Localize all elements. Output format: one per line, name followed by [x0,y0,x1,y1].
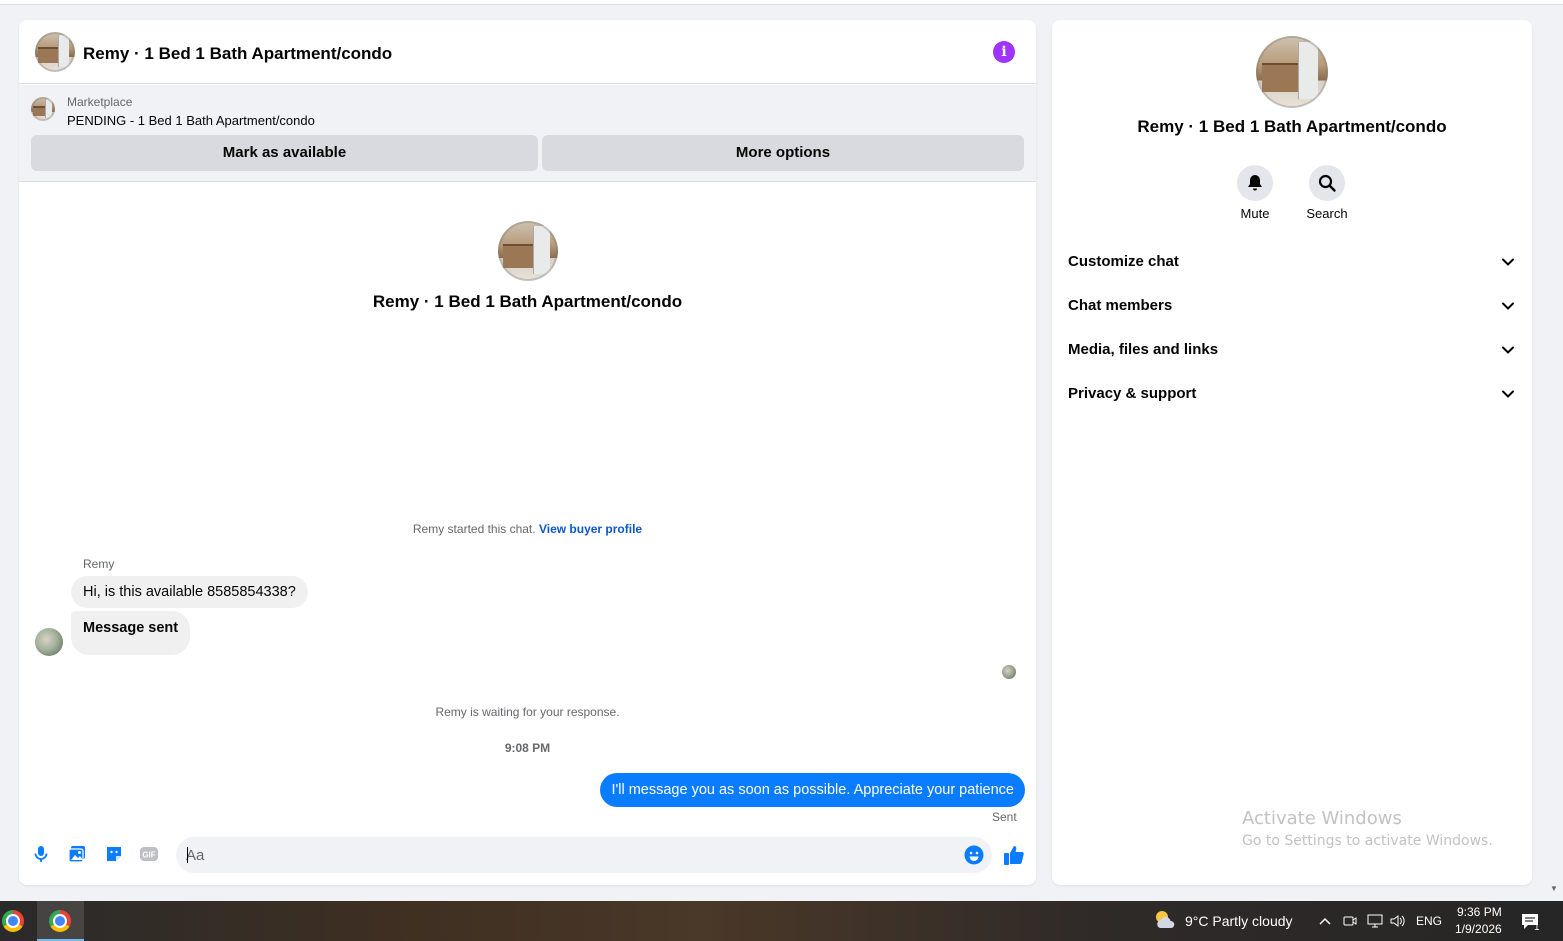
chat-title[interactable]: Remy · 1 Bed 1 Bath Apartment/condo [83,44,392,64]
read-receipt-avatar [1002,665,1016,679]
search-button[interactable] [1309,165,1345,201]
more-options-button[interactable]: More options [542,135,1024,171]
language-indicator[interactable]: ENG [1416,914,1442,928]
media-files-links-section[interactable]: Media, files and links [1068,338,1516,362]
chrome-icon [49,910,71,932]
meet-now-icon[interactable] [1342,913,1358,929]
marketplace-bar: Marketplace PENDING - 1 Bed 1 Bath Apart… [19,85,1036,182]
gif-icon[interactable]: GIF [139,844,159,864]
info-icon[interactable]: i [993,41,1015,63]
microphone-icon[interactable] [31,844,51,864]
chevron-down-icon [1502,258,1514,266]
sent-status: Sent [992,810,1017,824]
chevron-down-icon [1502,302,1514,310]
chevron-up-icon[interactable] [1318,914,1332,928]
message-input-box[interactable] [176,837,992,873]
chat-panel: Remy · 1 Bed 1 Bath Apartment/condo i Ma… [19,20,1036,885]
activate-windows-watermark: Activate Windows Go to Settings to activ… [1242,808,1493,849]
bell-icon [1248,175,1262,191]
watermark-line-1: Activate Windows [1242,808,1402,829]
details-avatar[interactable] [1256,36,1328,108]
watermark-line-2: Go to Settings to activate Windows. [1242,833,1493,849]
mute-label: Mute [1240,206,1270,221]
thumbs-up-icon[interactable] [1003,844,1025,866]
marketplace-label: Marketplace [67,95,133,109]
section-label: Customize chat [1068,253,1179,270]
chat-avatar[interactable] [35,32,75,72]
sender-avatar[interactable] [35,628,63,656]
outgoing-message[interactable]: I'll message you as soon as possible. Ap… [600,773,1025,807]
message-composer: GIF [19,832,1036,878]
search-icon [1318,174,1336,192]
top-edge [0,0,1563,5]
mute-button[interactable] [1237,165,1273,201]
taskbar: 9°C Partly cloudy ENG 9:36 PM 1/9/2026 1 [0,901,1563,941]
volume-icon[interactable] [1389,913,1407,929]
chat-started-text: Remy started this chat. [412,522,536,536]
view-buyer-profile-link[interactable]: View buyer profile [539,522,642,536]
conversation-avatar[interactable] [498,221,558,281]
active-taskbar-app[interactable] [37,901,84,941]
incoming-message[interactable]: Message sent [71,611,191,655]
section-label: Media, files and links [1068,341,1219,358]
section-label: Privacy & support [1068,385,1197,402]
listing-thumbnail[interactable] [31,97,55,121]
partly-cloudy-icon[interactable] [1153,909,1177,931]
chevron-down-icon [1502,346,1514,354]
chevron-down-icon [1502,390,1514,398]
text-caret [187,847,188,863]
customize-chat-section[interactable]: Customize chat [1068,250,1516,274]
clock-date[interactable]: 1/9/2026 [1455,922,1502,936]
section-label: Chat members [1068,297,1173,314]
photo-icon[interactable] [67,844,87,864]
chrome-icon[interactable] [2,910,24,932]
network-icon[interactable] [1366,913,1384,929]
message-input[interactable] [186,837,946,873]
search-label: Search [1306,206,1348,221]
chat-members-section[interactable]: Chat members [1068,294,1516,318]
privacy-support-section[interactable]: Privacy & support [1068,382,1516,406]
sticker-icon[interactable] [104,844,124,864]
notification-count: 1 [1534,922,1540,933]
chat-header: Remy · 1 Bed 1 Bath Apartment/condo i [19,20,1036,84]
details-title: Remy · 1 Bed 1 Bath Apartment/condo [1137,117,1447,136]
svg-text:GIF: GIF [142,851,155,860]
chat-started-notice: Remy started this chat. View buyer profi… [19,522,1036,536]
incoming-message[interactable]: Hi, is this available 8585854338? [71,576,308,608]
clock-time[interactable]: 9:36 PM [1457,905,1502,919]
mark-as-available-button[interactable]: Mark as available [31,135,538,171]
conversation-title: Remy · 1 Bed 1 Bath Apartment/condo [372,292,683,311]
waiting-notice: Remy is waiting for your response. [435,705,620,719]
weather-text[interactable]: 9°C Partly cloudy [1185,913,1293,929]
emoji-icon[interactable] [964,845,984,865]
listing-status[interactable]: PENDING - 1 Bed 1 Bath Apartment/condo [67,113,315,128]
chat-details-panel: Remy · 1 Bed 1 Bath Apartment/condo Mute… [1052,20,1532,885]
scrollbar-down-arrow[interactable]: ▼ [1550,884,1558,893]
sender-name: Remy [83,557,115,571]
message-timestamp: 9:08 PM [504,741,551,755]
